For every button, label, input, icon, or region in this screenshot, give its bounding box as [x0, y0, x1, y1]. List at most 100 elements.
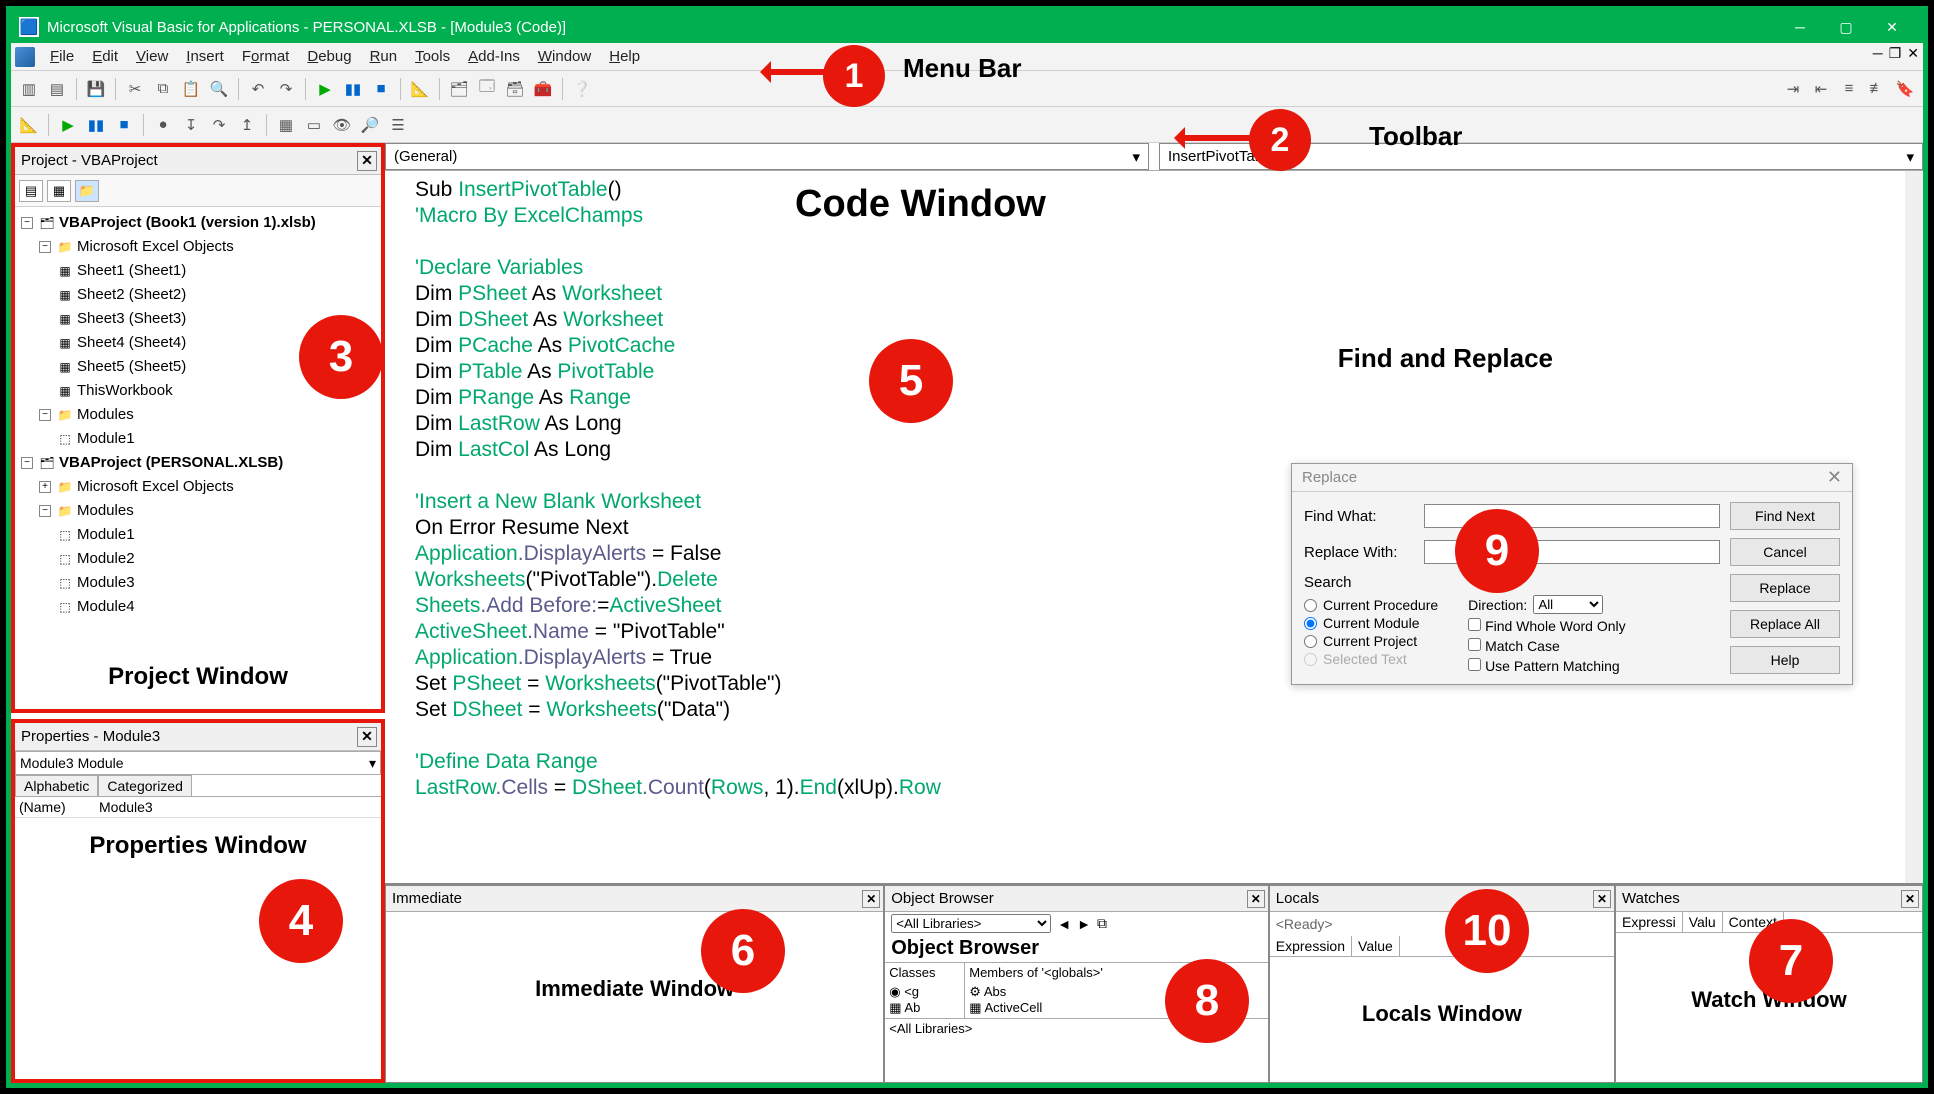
watch-col-expr[interactable]: Expressi: [1616, 912, 1683, 932]
radio-current-procedure[interactable]: [1304, 599, 1317, 612]
view-excel-icon[interactable]: ▥: [17, 77, 41, 101]
objbrowser-close[interactable]: ✕: [1247, 890, 1265, 908]
menu-format[interactable]: Format: [233, 48, 299, 65]
library-combo[interactable]: <All Libraries>: [891, 914, 1051, 933]
project-node-personal[interactable]: VBAProject (PERSONAL.XLSB): [59, 451, 283, 475]
immediate-close[interactable]: ✕: [862, 890, 880, 908]
watches-close[interactable]: ✕: [1901, 890, 1919, 908]
view-object-icon[interactable]: ▦: [47, 180, 71, 202]
replace-button[interactable]: Replace: [1730, 574, 1840, 602]
step-over-icon[interactable]: ↷: [207, 113, 231, 137]
mdi-system-icon[interactable]: [15, 47, 35, 67]
tab-alphabetic[interactable]: Alphabetic: [15, 775, 98, 796]
module-item[interactable]: Module1: [77, 427, 135, 451]
chk-match-case[interactable]: [1468, 638, 1481, 651]
menu-file[interactable]: File: [41, 48, 83, 65]
find-icon[interactable]: 🔍: [207, 77, 231, 101]
copy-icon[interactable]: ⧉: [151, 77, 175, 101]
help-icon[interactable]: ❔: [570, 77, 594, 101]
mdi-restore[interactable]: ❐: [1889, 45, 1902, 62]
back-icon[interactable]: ◄: [1057, 916, 1071, 932]
radio-current-module[interactable]: [1304, 617, 1317, 630]
menu-insert[interactable]: Insert: [177, 48, 233, 65]
sheet-item[interactable]: Sheet5 (Sheet5): [77, 355, 186, 379]
replace-close[interactable]: ✕: [1827, 467, 1842, 488]
cut-icon[interactable]: ✂: [123, 77, 147, 101]
menu-run[interactable]: Run: [361, 48, 407, 65]
fwd-icon[interactable]: ►: [1077, 916, 1091, 932]
maximize-button[interactable]: ▢: [1823, 11, 1869, 43]
design-icon[interactable]: 📐: [17, 113, 41, 137]
edit-uncomment-icon[interactable]: ≢: [1865, 77, 1889, 101]
design-mode-icon[interactable]: 📐: [408, 77, 432, 101]
quick-watch-icon[interactable]: 🔎: [358, 113, 382, 137]
save-icon[interactable]: 💾: [84, 77, 108, 101]
toggle-breakpoint-icon[interactable]: ●: [151, 113, 175, 137]
copy-ob-icon[interactable]: ⧉: [1097, 915, 1107, 932]
project-tree[interactable]: −🗂VBAProject (Book1 (version 1).xlsb) −📁…: [15, 207, 381, 649]
paste-icon[interactable]: 📋: [179, 77, 203, 101]
menu-window[interactable]: Window: [529, 48, 600, 65]
sheet-item[interactable]: Sheet3 (Sheet3): [77, 307, 186, 331]
menu-edit[interactable]: Edit: [83, 48, 127, 65]
bookmark-icon[interactable]: 🔖: [1893, 77, 1917, 101]
immediate-icon[interactable]: ▭: [302, 113, 326, 137]
close-button[interactable]: ✕: [1869, 11, 1915, 43]
menu-view[interactable]: View: [127, 48, 177, 65]
toolbox-icon[interactable]: 🧰: [531, 77, 555, 101]
mdi-close[interactable]: ✕: [1907, 45, 1919, 62]
minimize-button[interactable]: ─: [1777, 11, 1823, 43]
undo-icon[interactable]: ↶: [246, 77, 270, 101]
run-icon[interactable]: ▶: [313, 77, 337, 101]
locals-col-expr[interactable]: Expression: [1270, 936, 1352, 956]
property-value[interactable]: Module3: [95, 797, 381, 817]
object-combo[interactable]: (General)▾: [385, 143, 1149, 170]
step-out-icon[interactable]: ↥: [235, 113, 259, 137]
locals-icon[interactable]: ▦: [274, 113, 298, 137]
stop-icon[interactable]: ■: [112, 113, 136, 137]
view-code-icon[interactable]: ▤: [19, 180, 43, 202]
chk-pattern[interactable]: [1468, 658, 1481, 671]
edit-outdent-icon[interactable]: ⇤: [1809, 77, 1833, 101]
immediate-body[interactable]: Immediate Window: [386, 912, 883, 1082]
help-button[interactable]: Help: [1730, 646, 1840, 674]
folder-modules[interactable]: Modules: [77, 403, 134, 427]
sheet-item[interactable]: Sheet1 (Sheet1): [77, 259, 186, 283]
redo-icon[interactable]: ↷: [274, 77, 298, 101]
mdi-minimize[interactable]: ─: [1873, 45, 1883, 62]
folder-excel-objects[interactable]: Microsoft Excel Objects: [77, 235, 234, 259]
project-explorer-icon[interactable]: 🗂: [447, 77, 471, 101]
radio-current-project[interactable]: [1304, 635, 1317, 648]
run2-icon[interactable]: ▶: [56, 113, 80, 137]
edit-comment-icon[interactable]: ≡: [1837, 77, 1861, 101]
menu-addins[interactable]: Add-Ins: [459, 48, 529, 65]
menu-debug[interactable]: Debug: [298, 48, 360, 65]
folder-excel-objects-2[interactable]: Microsoft Excel Objects: [77, 475, 234, 499]
properties-object-combo[interactable]: Module3 Module▾: [15, 751, 381, 775]
break-icon[interactable]: ▮▮: [341, 77, 365, 101]
find-next-button[interactable]: Find Next: [1730, 502, 1840, 530]
pause-icon[interactable]: ▮▮: [84, 113, 108, 137]
tab-categorized[interactable]: Categorized: [98, 775, 192, 796]
reset-icon[interactable]: ■: [369, 77, 393, 101]
sheet-item[interactable]: Sheet4 (Sheet4): [77, 331, 186, 355]
properties-close-button[interactable]: ✕: [357, 727, 377, 747]
insert-module-icon[interactable]: ▤: [45, 77, 69, 101]
locals-col-value[interactable]: Value: [1352, 936, 1400, 956]
toggle-folders-icon[interactable]: 📁: [75, 180, 99, 202]
locals-close[interactable]: ✕: [1593, 890, 1611, 908]
call-stack-icon[interactable]: ☰: [386, 113, 410, 137]
property-row[interactable]: (Name) Module3: [15, 797, 381, 818]
sheet-item[interactable]: Sheet2 (Sheet2): [77, 283, 186, 307]
menu-help[interactable]: Help: [600, 48, 649, 65]
chk-whole-word[interactable]: [1468, 618, 1481, 631]
direction-combo[interactable]: All: [1533, 595, 1603, 614]
cancel-button[interactable]: Cancel: [1730, 538, 1840, 566]
menu-tools[interactable]: Tools: [406, 48, 459, 65]
step-into-icon[interactable]: ↧: [179, 113, 203, 137]
watch-col-value[interactable]: Valu: [1683, 912, 1723, 932]
thisworkbook-item[interactable]: ThisWorkbook: [77, 379, 173, 403]
project-node-book1[interactable]: VBAProject (Book1 (version 1).xlsb): [59, 211, 316, 235]
object-browser-icon[interactable]: 🗃: [503, 77, 527, 101]
watch-icon[interactable]: 👁: [330, 113, 354, 137]
